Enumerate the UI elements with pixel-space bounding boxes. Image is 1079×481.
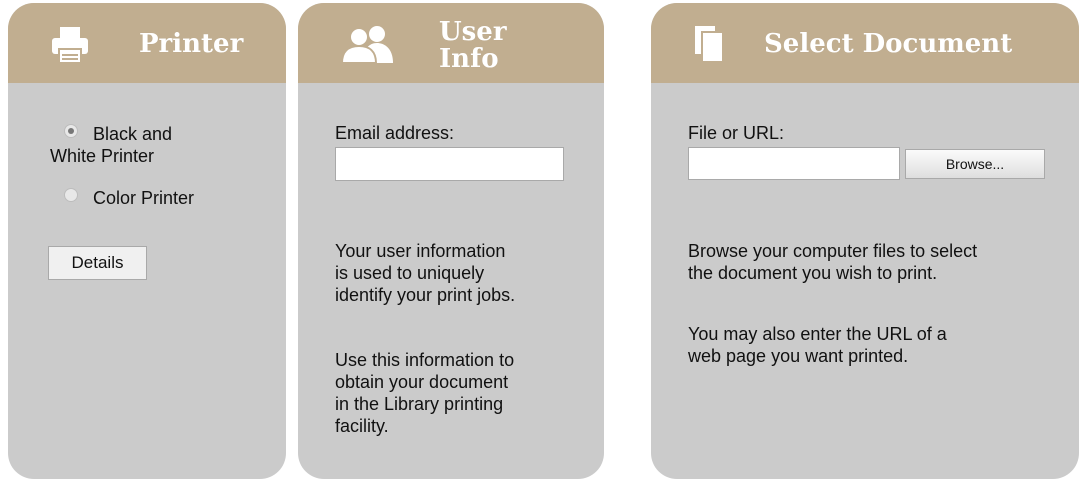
user-help-text-1: Your user information is used to uniquel… [335, 240, 595, 306]
file-url-input[interactable] [688, 147, 900, 180]
details-button[interactable]: Details [48, 246, 147, 280]
user-help-1-line1: Your user information [335, 241, 506, 261]
document-help-2-line2: web page you want printed. [688, 346, 909, 366]
email-input[interactable] [335, 147, 564, 181]
printer-icon [50, 25, 90, 70]
user-info-title-line2: Info [439, 44, 499, 74]
user-help-text-2: Use this information to obtain your docu… [335, 349, 595, 437]
select-document-panel-title: Select Document [764, 29, 1013, 59]
document-help-2-line1: You may also enter the URL of a [688, 324, 947, 344]
printer-option-bw-line1: Black and [93, 124, 173, 144]
document-icon [693, 24, 725, 69]
user-info-panel-header: User Info [298, 3, 604, 83]
user-info-title-line1: User [439, 17, 507, 47]
user-help-1-line3: identify your print jobs. [335, 285, 516, 305]
user-info-panel-title: User Info [439, 19, 507, 73]
document-help-1-line1: Browse your computer files to select [688, 241, 978, 261]
user-help-2-line1: Use this information to [335, 350, 515, 370]
email-label: Email address: [335, 123, 455, 143]
user-info-panel: User Info Email address: Your user infor… [298, 3, 604, 479]
printer-option-bw-line2: White Printer [50, 146, 155, 166]
printer-option-color[interactable]: Color Printer [64, 187, 284, 209]
user-help-1-line2: is used to uniquely [335, 263, 485, 283]
select-document-panel: Select Document File or URL: Browse... B… [651, 3, 1079, 479]
document-help-text-1: Browse your computer files to select the… [688, 240, 1068, 284]
user-help-2-line2: obtain your document [335, 372, 509, 392]
radio-bw[interactable] [64, 124, 78, 138]
user-help-2-line3: in the Library printing [335, 394, 504, 414]
select-document-panel-header: Select Document [651, 3, 1079, 83]
printer-panel: Printer Black and White Printer Color Pr… [8, 3, 286, 479]
printer-option-color-label: Color Printer [93, 188, 195, 208]
printer-option-bw[interactable]: Black and White Printer [50, 123, 270, 167]
radio-color[interactable] [64, 188, 78, 202]
file-url-label: File or URL: [688, 123, 785, 143]
printer-panel-header: Printer [8, 3, 286, 83]
document-help-1-line2: the document you wish to print. [688, 263, 938, 283]
user-help-2-line4: facility. [335, 416, 389, 436]
users-icon [340, 23, 397, 68]
browse-button[interactable]: Browse... [905, 149, 1045, 179]
printer-panel-title: Printer [139, 29, 244, 59]
document-help-text-2: You may also enter the URL of a web page… [688, 323, 1068, 367]
